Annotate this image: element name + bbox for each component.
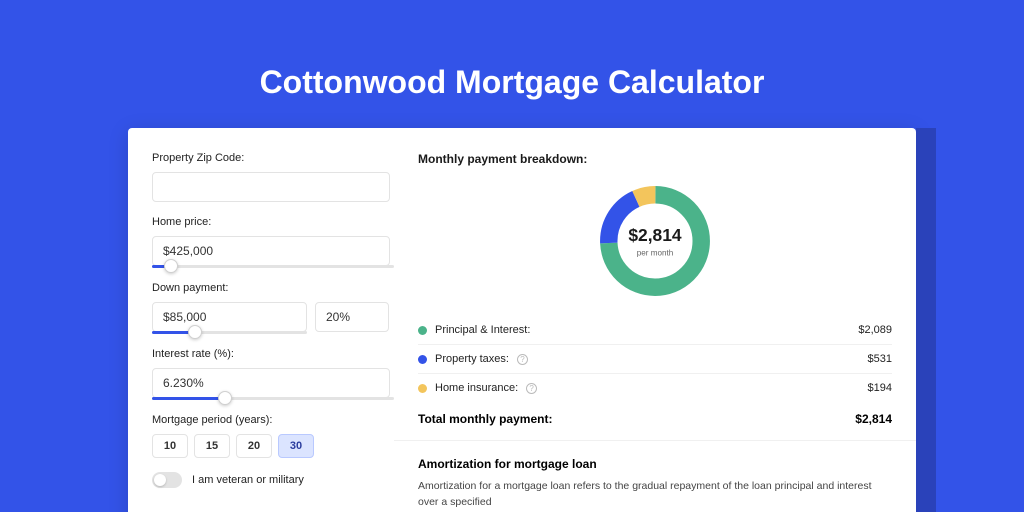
total-row: Total monthly payment: $2,814 <box>418 402 892 440</box>
page-title: Cottonwood Mortgage Calculator <box>0 0 1024 101</box>
down-payment-slider[interactable] <box>152 331 307 334</box>
breakdown-title: Monthly payment breakdown: <box>418 152 892 166</box>
amortization-text: Amortization for a mortgage loan refers … <box>418 479 892 511</box>
home-price-slider-thumb[interactable] <box>164 259 178 273</box>
interest-rate-input[interactable] <box>152 368 390 398</box>
interest-rate-field: Interest rate (%): <box>152 348 394 400</box>
period-label: Mortgage period (years): <box>152 414 394 426</box>
legend-value: $531 <box>868 353 892 365</box>
interest-rate-slider-thumb[interactable] <box>218 391 232 405</box>
period-option-20[interactable]: 20 <box>236 434 272 458</box>
breakdown-panel: Monthly payment breakdown: $2,814 per mo… <box>394 128 916 512</box>
down-payment-pct-input[interactable] <box>315 302 389 332</box>
down-payment-slider-thumb[interactable] <box>188 325 202 339</box>
donut-chart: $2,814 per month <box>418 174 892 316</box>
donut-center-sub: per month <box>637 249 674 258</box>
info-icon[interactable]: ? <box>526 383 537 394</box>
period-option-15[interactable]: 15 <box>194 434 230 458</box>
legend-dot-icon <box>418 355 427 364</box>
period-option-30[interactable]: 30 <box>278 434 314 458</box>
legend-label: Property taxes: <box>435 353 509 365</box>
down-payment-field: Down payment: <box>152 282 394 334</box>
home-price-label: Home price: <box>152 216 394 228</box>
legend-value: $194 <box>868 382 892 394</box>
donut-svg: $2,814 per month <box>594 180 716 302</box>
legend-row-principal: Principal & Interest: $2,089 <box>418 316 892 345</box>
interest-rate-label: Interest rate (%): <box>152 348 394 360</box>
zip-field: Property Zip Code: <box>152 152 394 202</box>
legend-dot-icon <box>418 384 427 393</box>
period-field: Mortgage period (years): 10 15 20 30 <box>152 414 394 458</box>
veteran-field: I am veteran or military <box>152 472 394 488</box>
veteran-toggle[interactable] <box>152 472 182 488</box>
down-payment-amount-input[interactable] <box>152 302 307 332</box>
period-options: 10 15 20 30 <box>152 434 394 458</box>
calculator-card: Property Zip Code: Home price: Down paym… <box>128 128 916 512</box>
legend-label: Principal & Interest: <box>435 324 530 336</box>
home-price-slider[interactable] <box>152 265 394 268</box>
down-payment-label: Down payment: <box>152 282 394 294</box>
legend-row-insurance: Home insurance: ? $194 <box>418 374 892 402</box>
home-price-field: Home price: <box>152 216 394 268</box>
total-label: Total monthly payment: <box>418 412 552 426</box>
legend-dot-icon <box>418 326 427 335</box>
zip-label: Property Zip Code: <box>152 152 394 164</box>
interest-rate-slider[interactable] <box>152 397 394 400</box>
period-option-10[interactable]: 10 <box>152 434 188 458</box>
info-icon[interactable]: ? <box>517 354 528 365</box>
legend-label: Home insurance: <box>435 382 518 394</box>
legend-value: $2,089 <box>858 324 892 336</box>
divider <box>394 440 916 441</box>
total-value: $2,814 <box>855 412 892 426</box>
donut-center-value: $2,814 <box>628 225 682 245</box>
legend: Principal & Interest: $2,089 Property ta… <box>418 316 892 402</box>
inputs-panel: Property Zip Code: Home price: Down paym… <box>128 128 394 512</box>
amortization-title: Amortization for mortgage loan <box>418 457 892 471</box>
app-background: Cottonwood Mortgage Calculator Property … <box>0 0 1024 512</box>
veteran-label: I am veteran or military <box>192 474 304 486</box>
legend-row-taxes: Property taxes: ? $531 <box>418 345 892 374</box>
zip-input[interactable] <box>152 172 390 202</box>
home-price-input[interactable] <box>152 236 390 266</box>
